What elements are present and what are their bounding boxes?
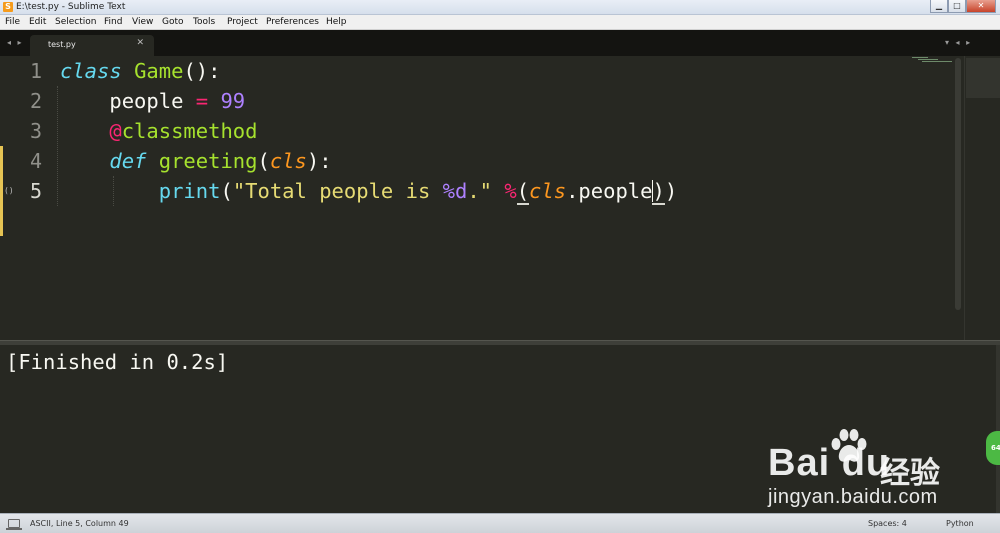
code-editor[interactable]: 1 2 3 4 5 () class Game(): people = 99 @… [0,56,1000,340]
panel-toggle-icon[interactable] [6,519,22,530]
menu-view[interactable]: View [132,17,153,28]
minimize-button[interactable]: ▁ [930,0,948,13]
tab-nav-arrows-icon[interactable]: ◂ ▸ [7,38,24,47]
line-number: 3 [29,119,42,143]
menu-help[interactable]: Help [326,17,347,28]
menu-goto[interactable]: Goto [162,17,184,28]
status-bar: ASCII, Line 5, Column 49 Spaces: 4 Pytho… [0,513,1000,533]
sublime-text-icon: S [3,2,13,12]
indent-guide [57,86,58,206]
code-line-5: print("Total people is %d." %(cls.people… [158,179,678,205]
menu-preferences[interactable]: Preferences [266,17,319,28]
menu-project[interactable]: Project [227,17,258,28]
menu-selection[interactable]: Selection [55,17,96,28]
window-title: E:\test.py - Sublime Text [16,2,126,12]
minimap[interactable] [908,56,954,66]
watermark-url: jingyan.baidu.com [768,486,938,508]
menu-bar: File Edit Selection Find View Goto Tools… [0,15,1000,30]
line-number: 4 [29,149,42,173]
code-line-1: class Game(): [60,59,221,83]
code-line-2: people = 99 [109,89,246,113]
baidu-jingyan-watermark: Bai du 经验 jingyan.baidu.com [768,428,988,512]
close-button[interactable]: ✕ [966,0,996,13]
baidu-logo-text: Bai du [768,442,891,484]
minimap-panel[interactable] [964,56,1000,340]
tab-label: test.py [48,40,76,49]
menu-file[interactable]: File [5,17,20,28]
tab-close-icon[interactable]: ✕ [136,38,144,48]
window-title-bar: S E:\test.py - Sublime Text ▁ □ ✕ [0,0,1000,15]
tab-bar: ◂ ▸ test.py ✕ ▾ ◂ ▸ [0,30,1000,56]
editor-scrollbar[interactable] [955,58,961,310]
cursor-position-status: ASCII, Line 5, Column 49 [30,519,129,528]
tab-overflow-icon[interactable]: ▾ ◂ ▸ [945,38,972,47]
line-number: 1 [29,59,42,83]
bracket-match-icon: () [4,186,14,195]
menu-tools[interactable]: Tools [193,17,215,28]
gutter-modified-marker [0,206,3,236]
minimap-viewport[interactable] [966,58,1000,98]
tab-test-py[interactable]: test.py ✕ [30,35,154,56]
code-line-3: @classmethod [109,119,258,143]
floating-badge[interactable]: 64 [986,431,1000,465]
window-controls: ▁ □ ✕ [930,0,996,14]
syntax-status[interactable]: Python [946,519,974,528]
code-line-4: def greeting(cls): [109,149,332,173]
menu-find[interactable]: Find [104,17,122,28]
menu-edit[interactable]: Edit [29,17,46,28]
maximize-button[interactable]: □ [948,0,966,13]
output-scrollbar[interactable] [996,345,1000,513]
indentation-status[interactable]: Spaces: 4 [868,519,907,528]
build-output-text: [Finished in 0.2s] [6,350,229,374]
line-number-gutter: 1 2 3 4 5 () [0,56,52,340]
line-number: 2 [29,89,42,113]
